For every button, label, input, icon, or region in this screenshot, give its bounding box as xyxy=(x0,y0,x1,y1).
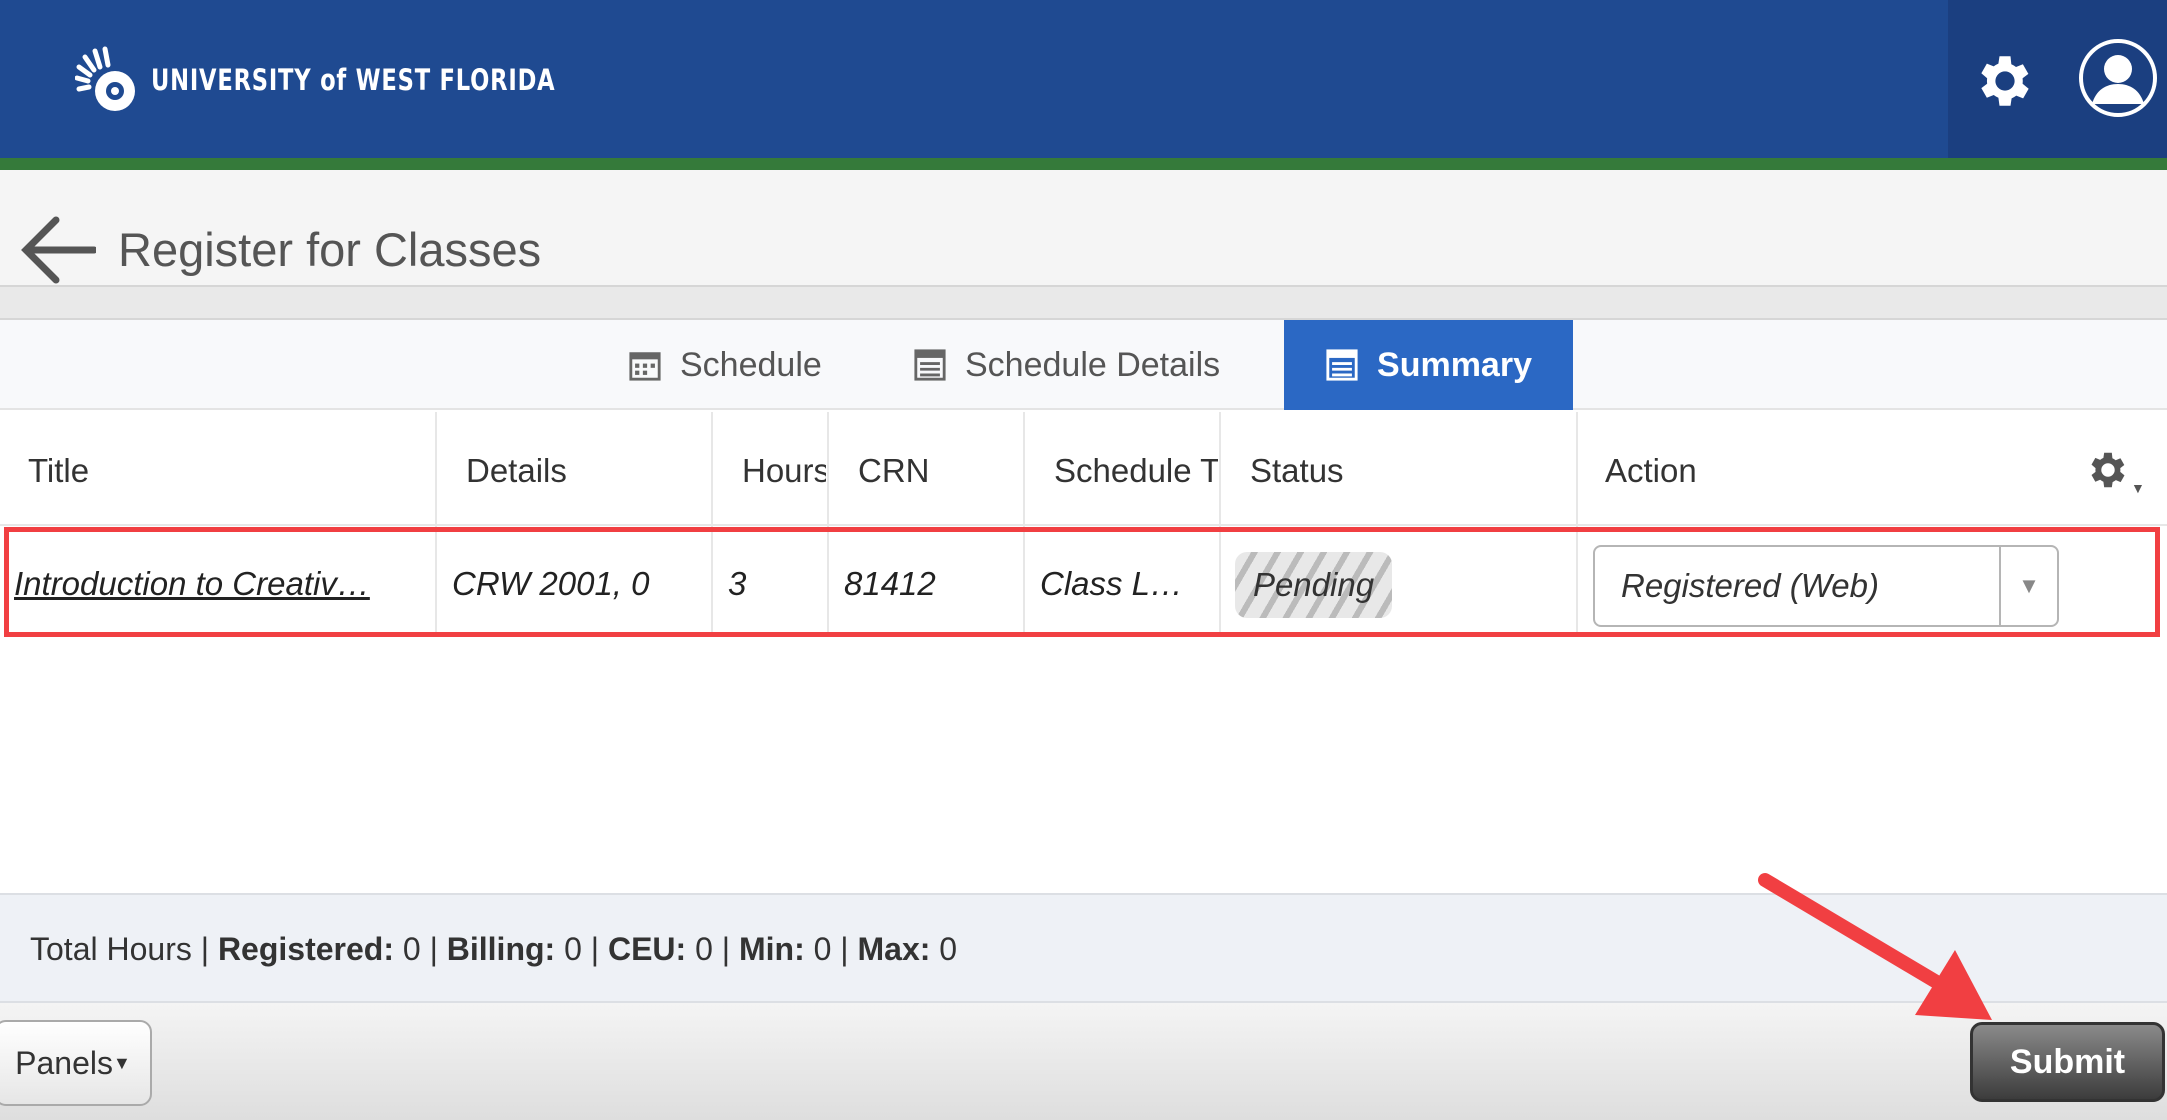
min-value: 0 xyxy=(813,931,832,967)
ceu-label: CEU: xyxy=(607,931,687,967)
university-logo[interactable]: UNIVERSITY of WEST FLORIDA xyxy=(75,45,670,115)
tab-label: Schedule Details xyxy=(965,345,1221,384)
user-avatar-icon[interactable] xyxy=(2078,38,2158,118)
table-icon xyxy=(1326,349,1358,381)
billing-value: 0 xyxy=(564,931,582,967)
column-header-hours[interactable]: Hours xyxy=(742,452,826,490)
back-arrow-icon[interactable] xyxy=(20,214,96,286)
panels-label: Panels xyxy=(15,1044,113,1081)
column-header-action[interactable]: Action xyxy=(1605,452,1905,490)
page-title: Register for Classes xyxy=(118,223,542,276)
max-value: 0 xyxy=(939,931,958,967)
registered-label: Registered: xyxy=(217,931,394,967)
tab-schedule[interactable]: Schedule xyxy=(628,320,822,410)
column-header-title[interactable]: Title xyxy=(28,452,428,490)
tab-summary[interactable]: Summary xyxy=(1284,320,1573,410)
tab-label: Summary xyxy=(1377,345,1532,384)
column-header-status[interactable]: Status xyxy=(1250,452,1570,490)
caret-down-icon: ▼ xyxy=(113,1052,131,1073)
header-accent-stripe xyxy=(0,158,2167,170)
highlight-annotation-box xyxy=(4,527,2160,637)
panels-button[interactable]: Panels ▼ xyxy=(0,1020,152,1106)
tab-label: Schedule xyxy=(680,345,822,384)
max-label: Max: xyxy=(857,931,931,967)
column-header-crn[interactable]: CRN xyxy=(858,452,1018,490)
ceu-value: 0 xyxy=(695,931,713,967)
annotation-arrow-icon xyxy=(1758,873,1992,1020)
gear-icon xyxy=(2091,452,2125,488)
calendar-icon xyxy=(629,352,661,381)
column-header-schedule-type[interactable]: Schedule Type xyxy=(1054,452,1218,490)
billing-label: Billing: xyxy=(446,931,556,967)
registered-value: 0 xyxy=(402,931,421,967)
settings-gear-icon[interactable] xyxy=(1972,48,2038,114)
caret-down-icon: ▼ xyxy=(2131,480,2145,496)
tab-bar: Schedule Schedule Details Summary xyxy=(0,320,2167,410)
column-header-details[interactable]: Details xyxy=(466,452,706,490)
table-icon xyxy=(914,349,946,381)
university-name: UNIVERSITY of WEST FLORIDA xyxy=(151,63,556,97)
tab-schedule-details[interactable]: Schedule Details xyxy=(913,320,1220,410)
divider-bar xyxy=(0,285,2167,320)
nautilus-logo-icon xyxy=(75,46,135,111)
column-settings-button[interactable]: ▼ xyxy=(2085,444,2145,496)
total-hours-label: Total Hours xyxy=(30,931,192,967)
row-divider xyxy=(0,524,2167,526)
min-label: Min: xyxy=(738,931,805,967)
